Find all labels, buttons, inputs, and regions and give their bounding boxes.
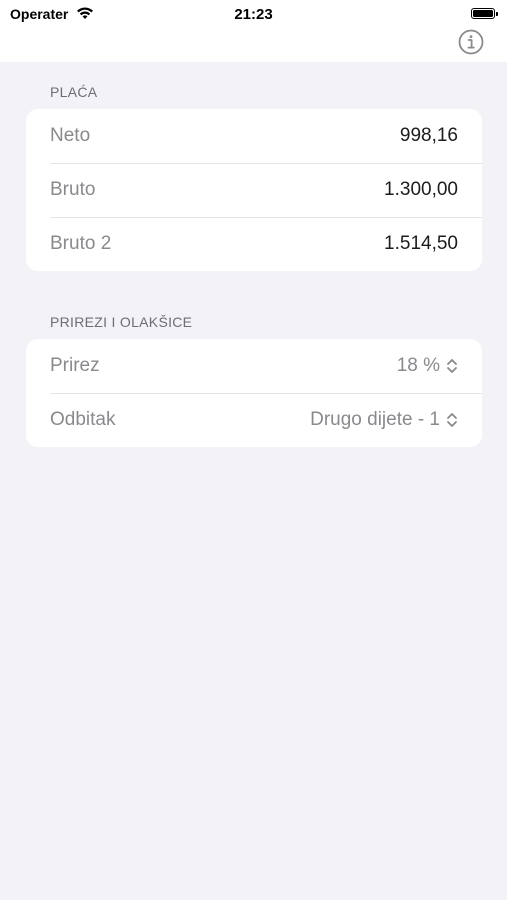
row-value: 1.514,50 <box>384 233 458 254</box>
salary-card: Neto 998,16 Bruto 1.300,00 Bruto 2 1.514… <box>26 109 482 271</box>
row-label: Prirez <box>50 355 100 376</box>
chevron-up-down-icon <box>447 359 457 373</box>
row-label: Odbitak <box>50 409 116 430</box>
odbitak-picker[interactable]: Drugo dijete - 1 <box>310 409 458 431</box>
clock: 21:23 <box>234 6 273 23</box>
info-circle-icon[interactable] <box>457 28 485 56</box>
status-bar: Operater 21:23 <box>0 0 507 28</box>
row-label: Neto <box>50 125 91 146</box>
row-odbitak[interactable]: Odbitak Drugo dijete - 1 <box>26 393 482 447</box>
row-bruto-2: Bruto 2 1.514,50 <box>26 217 482 271</box>
row-value: 998,16 <box>399 125 458 146</box>
row-bruto: Bruto 1.300,00 <box>26 163 482 217</box>
row-prirez[interactable]: Prirez 18 % <box>26 339 482 393</box>
row-label: Bruto 2 <box>50 233 112 254</box>
section-header-surcharges: PRIREZI I OLAKŠICE <box>50 314 193 330</box>
prirez-picker[interactable]: 18 % <box>397 355 458 377</box>
picker-value: Drugo dijete - 1 <box>310 409 440 430</box>
navigation-bar: Operater 21:23 <box>0 0 507 62</box>
section-header-salary: PLAĆA <box>50 84 98 100</box>
row-value: 1.300,00 <box>384 179 458 200</box>
battery-icon <box>471 8 498 19</box>
picker-value: 18 % <box>396 355 440 376</box>
surcharges-card: Prirez 18 % Odbitak Drugo dijete - 1 <box>26 339 482 447</box>
row-label: Bruto <box>50 179 96 200</box>
chevron-up-down-icon <box>447 413 457 427</box>
row-neto: Neto 998,16 <box>26 109 482 163</box>
